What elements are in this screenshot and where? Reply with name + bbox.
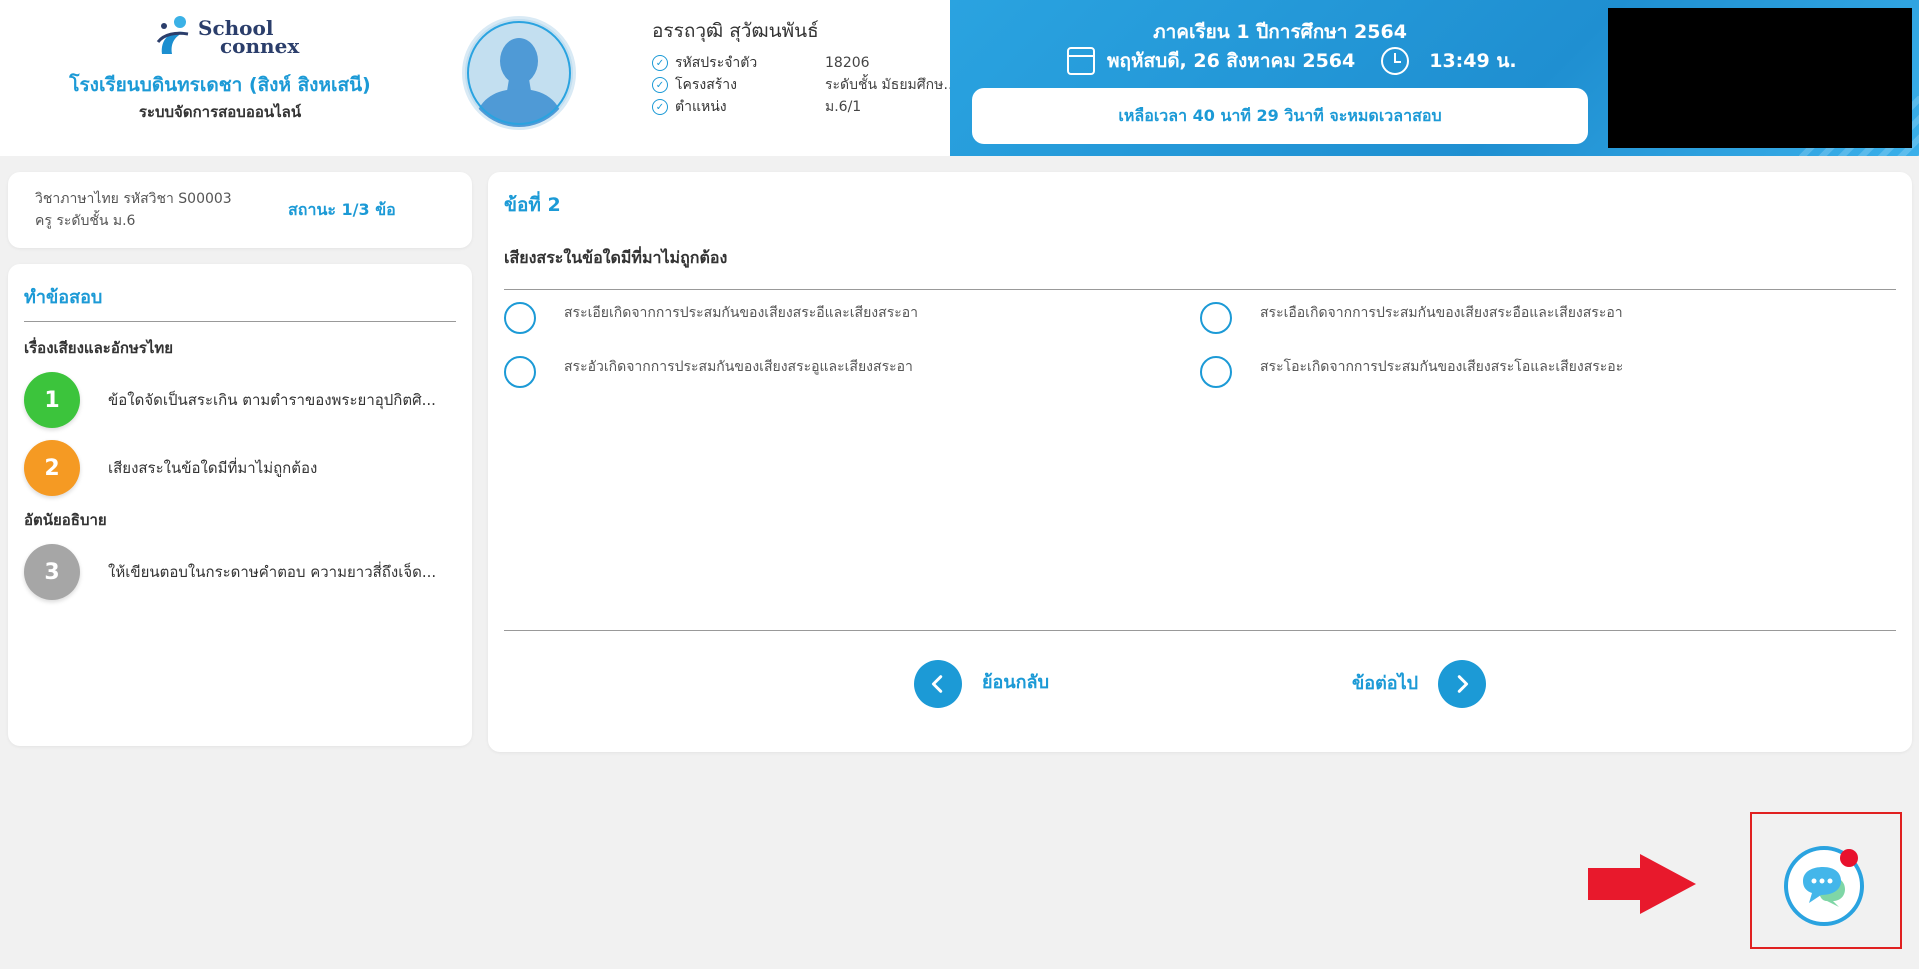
radio-button[interactable] — [1200, 356, 1232, 388]
navigator-divider — [24, 321, 456, 322]
question-nav-text: เสียงสระในข้อใดมีที่มาไม่ถูกต้อง — [108, 459, 318, 477]
position-label: ตำแหน่ง — [675, 99, 727, 115]
clock-icon — [1381, 47, 1410, 75]
navigator-title: ทำข้อสอบ — [24, 287, 103, 308]
red-arrow-annotation — [1588, 854, 1696, 914]
position-row: ✓ ตำแหน่ง ม.6/1 — [652, 96, 861, 118]
date-time-row: พฤหัสบดี, 26 สิงหาคม 2564 13:49 น. — [1067, 45, 1517, 77]
question-heading: ข้อที่ 2 — [504, 194, 561, 216]
question-divider — [504, 289, 1896, 290]
answer-option-2[interactable]: สระเอือเกิดจากการประสมกันของเสียงสระอือแ… — [1200, 302, 1623, 334]
question-card: ข้อที่ 2 เสียงสระในข้อใดมีที่มาไม่ถูกต้อ… — [488, 172, 1912, 752]
question-number-badge: 3 — [24, 544, 80, 600]
student-id-row: ✓ รหัสประจำตัว 18206 — [652, 52, 870, 74]
notification-dot — [1840, 849, 1858, 867]
chevron-left-icon — [914, 660, 962, 708]
school-connex-logo: School connex — [154, 14, 299, 60]
answer-option-3[interactable]: สระอัวเกิดจากการประสมกันของเสียงสระอูและ… — [504, 356, 913, 388]
structure-value: ระดับชั้น มัธยมศึกษา... — [825, 77, 960, 93]
check-circle-icon: ✓ — [652, 99, 668, 115]
question-number-badge: 1 — [24, 372, 80, 428]
question-nav-item-1[interactable]: 1 ข้อใดจัดเป็นสระเกิน ตามตำราของพระยาอุป… — [24, 372, 454, 428]
footer-divider — [504, 630, 1896, 631]
answer-option-text: สระอัวเกิดจากการประสมกันของเสียงสระอูและ… — [564, 359, 913, 375]
structure-label: โครงสร้าง — [675, 77, 738, 93]
subject-name: วิชาภาษาไทย รหัสวิชา S00003 — [35, 191, 232, 207]
student-name: อรรถวุฒิ สุวัฒนพันธ์ — [652, 20, 819, 42]
avatar — [462, 16, 576, 130]
answer-option-1[interactable]: สระเอียเกิดจากการประสมกันของเสียงสระอีแล… — [504, 302, 918, 334]
question-nav-text: ข้อใดจัดเป็นสระเกิน ตามตำราของพระยาอุปกิ… — [108, 391, 436, 409]
position-value: ม.6/1 — [825, 99, 862, 115]
section-label: อัตนัยอธิบาย — [24, 511, 107, 529]
radio-button[interactable] — [504, 356, 536, 388]
radio-button[interactable] — [504, 302, 536, 334]
answer-option-text: สระเอียเกิดจากการประสมกันของเสียงสระอีแล… — [564, 305, 918, 321]
question-nav-item-2[interactable]: 2 เสียงสระในข้อใดมีที่มาไม่ถูกต้อง — [24, 440, 454, 496]
exam-status: สถานะ 1/3 ข้อ — [288, 200, 396, 219]
time-remaining-box: เหลือเวลา 40 นาที 29 วินาที จะหมดเวลาสอบ — [972, 88, 1588, 144]
header: School connex โรงเรียนบดินทรเดชา (สิงห์ … — [0, 0, 1919, 156]
question-nav-item-3[interactable]: 3 ให้เขียนตอบในกระดาษคำตอบ ความยาวสี่ถึง… — [24, 544, 454, 600]
camera-preview — [1608, 8, 1912, 148]
subject-card: วิชาภาษาไทย รหัสวิชา S00003 ครู ระดับชั้… — [8, 172, 472, 248]
header-left-panel: School connex โรงเรียนบดินทรเดชา (สิงห์ … — [0, 0, 962, 156]
exam-date: พฤหัสบดี, 26 สิงหาคม 2564 — [1107, 50, 1356, 72]
chevron-right-icon — [1438, 660, 1487, 708]
next-button[interactable]: ข้อต่อไป — [1352, 660, 1487, 708]
next-label: ข้อต่อไป — [1352, 672, 1419, 694]
check-circle-icon: ✓ — [652, 55, 668, 71]
answer-option-text: สระโอะเกิดจากการประสมกันของเสียงสระโอและ… — [1260, 359, 1624, 375]
question-number-badge: 2 — [24, 440, 80, 496]
school-name: โรงเรียนบดินทรเดชา (สิงห์ สิงหเสนี) — [69, 74, 371, 96]
previous-label: ย้อนกลับ — [982, 671, 1050, 693]
subject-teacher-level: ครู ระดับชั้น ม.6 — [35, 213, 136, 229]
student-id-label: รหัสประจำตัว — [675, 55, 758, 71]
previous-button[interactable]: ย้อนกลับ — [914, 660, 1049, 708]
question-navigator: ทำข้อสอบ เรื่องเสียงและอักษรไทย 1 ข้อใดจ… — [8, 264, 472, 746]
exam-time: 13:49 น. — [1429, 50, 1517, 72]
structure-row: ✓ โครงสร้าง ระดับชั้น มัธยมศึกษา... — [652, 74, 960, 96]
logo-figure-icon — [156, 16, 189, 54]
calendar-icon — [1067, 47, 1095, 75]
system-name: ระบบจัดการสอบออนไลน์ — [138, 103, 302, 121]
section-label: เรื่องเสียงและอักษรไทย — [24, 339, 174, 357]
answer-option-text: สระเอือเกิดจากการประสมกันของเสียงสระอือแ… — [1260, 305, 1623, 321]
chat-bubble-icon — [1803, 867, 1845, 907]
term-label: ภาคเรียน 1 ปีการศึกษา 2564 — [1153, 21, 1407, 43]
question-text: เสียงสระในข้อใดมีที่มาไม่ถูกต้อง — [504, 248, 728, 267]
radio-button[interactable] — [1200, 302, 1232, 334]
check-circle-icon: ✓ — [652, 77, 668, 93]
student-id-value: 18206 — [825, 55, 870, 71]
answer-option-4[interactable]: สระโอะเกิดจากการประสมกันของเสียงสระโอและ… — [1200, 356, 1623, 388]
question-nav-text: ให้เขียนตอบในกระดาษคำตอบ ความยาวสี่ถึงเจ… — [108, 563, 437, 581]
